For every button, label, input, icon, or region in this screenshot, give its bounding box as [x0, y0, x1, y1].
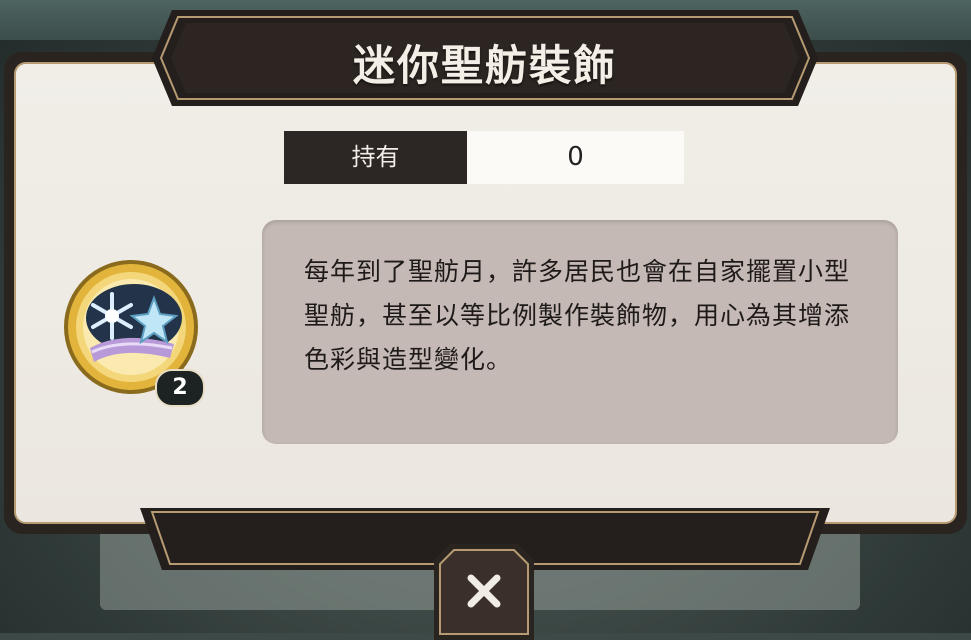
description-box: 每年到了聖舫月，許多居民也會在自家擺置小型聖舫，甚至以等比例製作裝飾物，用心為其… — [262, 220, 898, 444]
dialog-title: 迷你聖舫裝飾 — [352, 41, 617, 90]
item-level-badge: 2 — [155, 369, 205, 407]
title-plate: 迷你聖舫裝飾 — [152, 10, 818, 106]
holdings-label: 持有 — [284, 131, 467, 184]
close-button[interactable] — [434, 544, 534, 640]
item-description: 每年到了聖舫月，許多居民也會在自家擺置小型聖舫，甚至以等比例製作裝飾物，用心為其… — [304, 257, 851, 374]
holdings-value: 0 — [467, 131, 684, 184]
